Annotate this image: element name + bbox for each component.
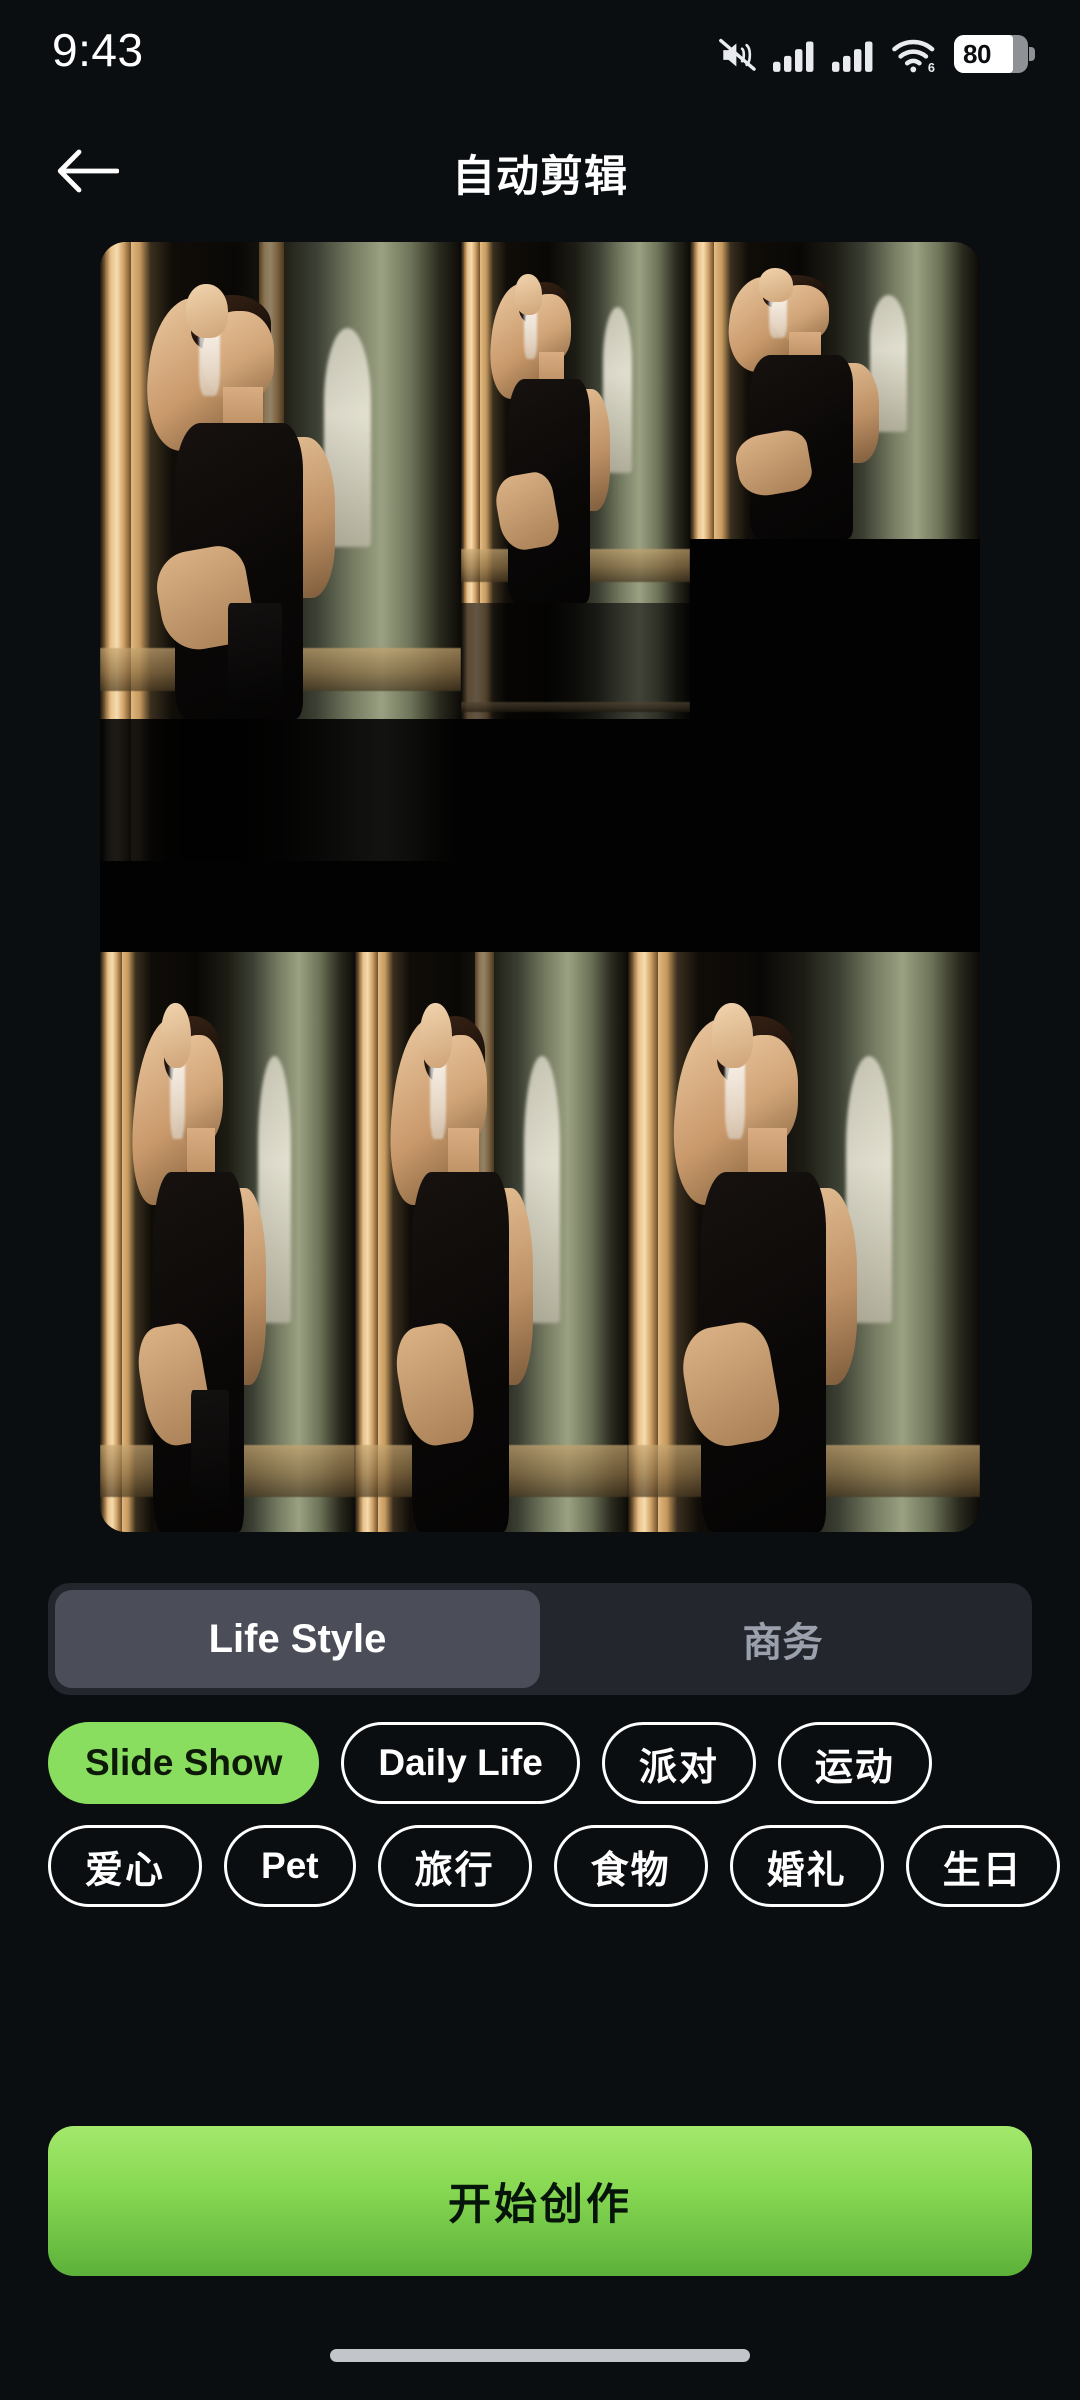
signal-bars-icon [832,37,876,73]
tab-life-style[interactable]: Life Style [55,1590,540,1688]
status-bar-time: 9:43 [52,24,144,76]
video-preview[interactable] [100,242,980,1532]
chip-sports[interactable]: 运动 [777,1722,932,1804]
preview-frame [689,242,980,539]
mute-icon [718,37,758,73]
app-screen: 9:43 6 80 自动剪辑 Life Style 商务 Slide Show … [0,0,1080,2400]
preview-frame [100,242,461,720]
chip-row: Slide Show Daily Life 派对 运动 [48,1722,1048,1804]
chip-daily-life[interactable]: Daily Life [341,1722,580,1804]
home-indicator[interactable] [330,2349,750,2362]
chip-party[interactable]: 派对 [601,1722,756,1804]
svg-text:6: 6 [928,61,935,73]
chip-wedding[interactable]: 婚礼 [729,1825,884,1907]
app-bar: 自动剪辑 [0,118,1080,228]
preview-collage [100,242,980,1532]
arrow-left-icon [57,147,120,200]
template-chip-group: Slide Show Daily Life 派对 运动 爱心 Pet 旅行 食物… [48,1722,1060,1928]
preview-frame [355,951,628,1532]
chip-love[interactable]: 爱心 [48,1825,203,1907]
preview-frame [460,242,690,604]
battery-icon: 80 [954,35,1035,73]
preview-frame [100,861,461,952]
tab-business[interactable]: 商务 [540,1590,1025,1688]
preview-frame [100,951,356,1532]
status-bar-icons: 6 80 [718,27,1035,73]
preview-frame [689,538,980,720]
chip-birthday[interactable]: 生日 [905,1825,1060,1907]
signal-bars-icon [773,37,817,73]
chip-pet[interactable]: Pet [224,1825,356,1907]
status-bar: 9:43 6 80 [0,0,1080,100]
chip-row: 爱心 Pet 旅行 食物 婚礼 生日 [48,1825,1060,1907]
preview-frame [460,603,690,720]
wifi-6-icon: 6 [891,35,939,73]
battery-percent-label: 80 [963,38,991,69]
chip-travel[interactable]: 旅行 [377,1825,532,1907]
preview-frame [460,719,980,952]
category-segmented-control: Life Style 商务 [48,1583,1032,1695]
chip-food[interactable]: 食物 [553,1825,708,1907]
start-creating-button[interactable]: 开始创作 [48,2126,1032,2276]
back-button[interactable] [40,125,136,221]
chip-slide-show[interactable]: Slide Show [48,1722,320,1804]
page-title: 自动剪辑 [452,153,628,201]
preview-frame [628,951,980,1532]
preview-frame [100,719,461,862]
